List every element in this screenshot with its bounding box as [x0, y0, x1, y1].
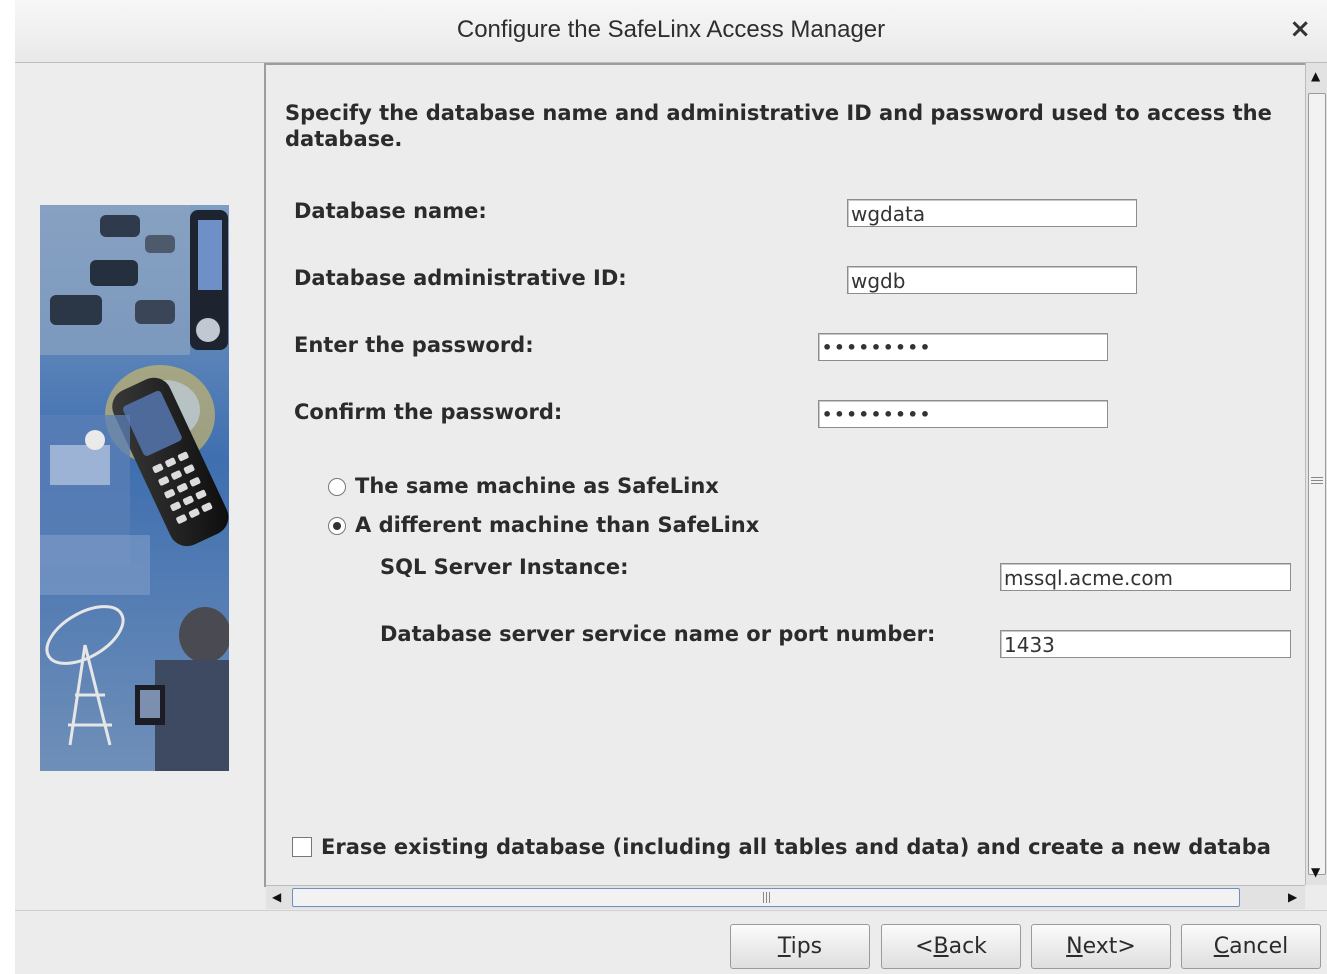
db-name-label: Database name: [294, 199, 487, 223]
confirm-password-label: Confirm the password: [294, 400, 563, 424]
intro-text: Specify the database name and administra… [285, 100, 1307, 152]
port-field[interactable]: 1433 [1000, 630, 1291, 658]
radio-different-machine[interactable] [328, 517, 346, 535]
intro-line-1: Specify the database name and administra… [285, 101, 1272, 125]
radio-same-machine[interactable] [328, 478, 346, 496]
confirm-password-field[interactable]: ••••••••• [818, 400, 1108, 428]
erase-database-label[interactable]: Erase existing database (including all t… [321, 835, 1271, 859]
arrow-down-icon[interactable]: ▼ [1311, 865, 1320, 879]
vertical-scrollbar[interactable]: ▲ ▼ [1305, 63, 1327, 885]
dialog-window: Configure the SafeLinx Access Manager × [15, 0, 1327, 974]
radio-different-machine-label[interactable]: A different machine than SafeLinx [355, 513, 759, 537]
intro-line-2: database. [285, 127, 403, 151]
arrow-left-icon[interactable]: ◀ [272, 890, 281, 904]
horizontal-scrollbar[interactable]: ◀ ▶ [266, 885, 1305, 909]
left-panel [15, 63, 265, 908]
tips-button-label: Tips [777, 934, 823, 959]
password-label: Enter the password: [294, 333, 534, 357]
arrow-up-icon[interactable]: ▲ [1311, 69, 1320, 83]
db-name-field[interactable]: wgdata [847, 199, 1137, 227]
back-button[interactable]: <Back [881, 924, 1021, 969]
close-icon[interactable]: × [1289, 15, 1311, 43]
radio-same-machine-label[interactable]: The same machine as SafeLinx [355, 474, 719, 498]
next-button[interactable]: Next> [1031, 924, 1171, 969]
vertical-scroll-thumb[interactable] [1308, 93, 1326, 875]
mobile-network-collage-image [40, 205, 229, 771]
cancel-button-label: Cancel [1213, 934, 1289, 959]
admin-id-field[interactable]: wgdb [847, 266, 1137, 294]
title-bar: Configure the SafeLinx Access Manager × [15, 0, 1327, 63]
port-label: Database server service name or port num… [380, 622, 936, 646]
sql-instance-field[interactable]: mssql.acme.com [1000, 563, 1291, 591]
erase-database-checkbox[interactable] [292, 837, 312, 857]
next-button-label: Next> [1066, 934, 1136, 959]
sql-instance-label: SQL Server Instance: [380, 555, 629, 579]
cancel-button[interactable]: Cancel [1181, 924, 1321, 969]
window-title: Configure the SafeLinx Access Manager [456, 16, 886, 43]
horizontal-scroll-thumb[interactable] [292, 888, 1240, 907]
content-panel: Specify the database name and administra… [264, 63, 1307, 887]
back-button-label: <Back [915, 934, 987, 959]
password-field[interactable]: ••••••••• [818, 333, 1108, 361]
admin-id-label: Database administrative ID: [294, 266, 627, 290]
arrow-right-icon[interactable]: ▶ [1288, 890, 1297, 904]
tips-button[interactable]: Tips [730, 924, 870, 969]
